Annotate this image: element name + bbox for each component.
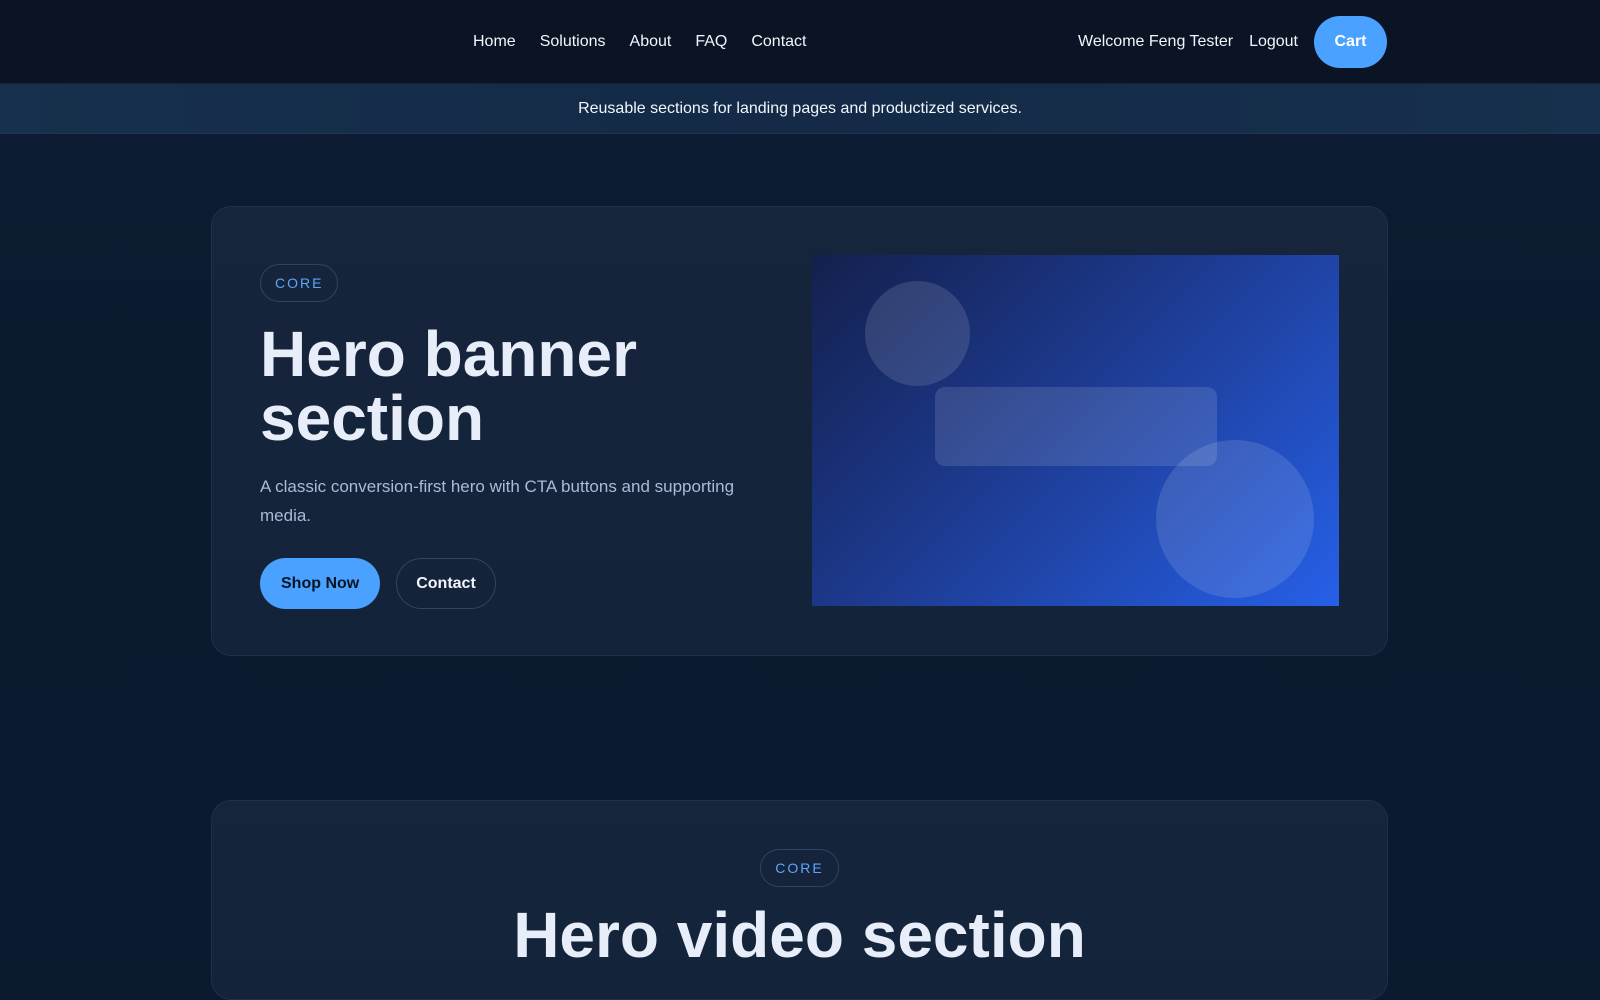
logout-link[interactable]: Logout <box>1249 33 1298 51</box>
cart-button[interactable]: Cart <box>1314 16 1387 68</box>
hero-title-line1: Hero banner <box>260 318 637 390</box>
hero-title-line2: section <box>260 382 485 454</box>
media-circle-small <box>865 281 970 386</box>
nav-link-faq[interactable]: FAQ <box>695 33 727 51</box>
top-navigation: Home Solutions About FAQ Contact Welcome… <box>0 0 1600 84</box>
media-circle-large <box>1156 440 1314 598</box>
hero-badge: CORE <box>260 264 339 302</box>
hero-description: A classic conversion-first hero with CTA… <box>260 477 735 525</box>
media-rectangle <box>935 387 1217 466</box>
nav-link-solutions[interactable]: Solutions <box>540 33 606 51</box>
contact-button[interactable]: Contact <box>396 558 496 609</box>
welcome-text: Welcome Feng Tester <box>1078 33 1234 50</box>
announcement-text: Reusable sections for landing pages and … <box>578 99 1022 117</box>
video-badge: CORE <box>760 849 839 887</box>
announcement-bar: Reusable sections for landing pages and … <box>0 84 1600 134</box>
video-content: CORE Hero video section <box>212 849 1387 967</box>
hero-title: Hero banner section <box>260 322 760 450</box>
hero-content: CORE Hero banner section A classic conve… <box>260 264 760 609</box>
shop-now-button[interactable]: Shop Now <box>260 558 381 609</box>
hero-banner-card: CORE Hero banner section A classic conve… <box>211 206 1388 656</box>
main-nav-links: Home Solutions About FAQ Contact <box>473 0 806 84</box>
hero-cta-row: Shop Now Contact <box>260 558 760 609</box>
nav-link-home[interactable]: Home <box>473 33 516 51</box>
nav-link-about[interactable]: About <box>630 33 672 51</box>
video-title: Hero video section <box>513 899 1086 971</box>
hero-video-card: CORE Hero video section <box>211 800 1388 1000</box>
nav-link-contact[interactable]: Contact <box>751 33 806 51</box>
hero-media-illustration <box>812 255 1339 606</box>
user-actions: Welcome Feng Tester Logout Cart <box>1078 0 1387 84</box>
